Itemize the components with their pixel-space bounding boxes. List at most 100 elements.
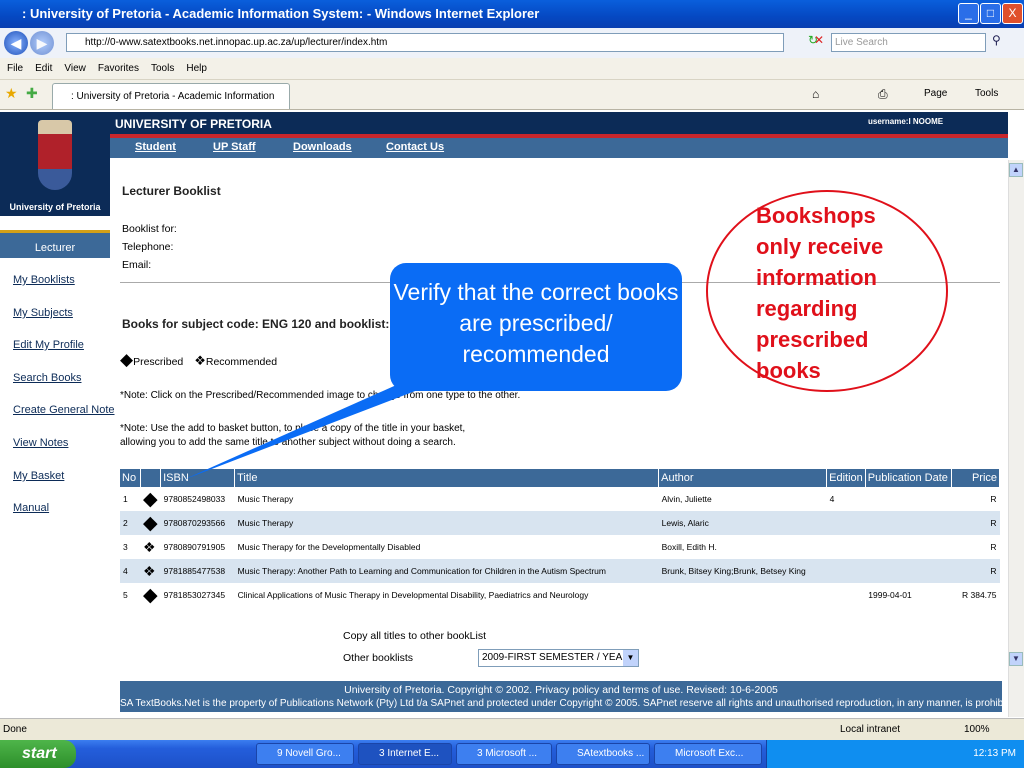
sidebar-search-books[interactable]: Search Books (13, 372, 81, 384)
row-no: 4 (120, 559, 140, 583)
row-title: Music Therapy (237, 494, 294, 504)
forward-icon[interactable]: ▶ (30, 31, 54, 55)
prescribed-icon[interactable]: ◆ (140, 487, 161, 511)
other-booklists-select[interactable]: 2009-FIRST SEMESTER / YEAR ▼ (478, 649, 639, 667)
row-title: Music Therapy for the Developmentally Di… (237, 542, 421, 552)
sidebar-manual[interactable]: Manual (13, 502, 49, 514)
red-annotation: Bookshops only receive information regardin… (756, 200, 883, 386)
row-edition (827, 535, 866, 559)
scroll-down-icon[interactable]: ▼ (1009, 652, 1023, 666)
red-note-line: only receive (756, 234, 884, 259)
status-text: Done (3, 724, 27, 735)
nav-contact-us[interactable]: Contact Us (386, 141, 444, 153)
menu-view[interactable]: View (64, 63, 86, 74)
stop-icon[interactable]: ✕ (814, 33, 824, 47)
page-title: Lecturer Booklist (122, 184, 221, 198)
task-internet-explorer[interactable]: 3 Internet E... (358, 743, 452, 765)
row-no: 2 (120, 511, 140, 535)
task-satextbooks[interactable]: SAtextbooks ... (556, 743, 650, 765)
col-no: No (120, 469, 141, 487)
other-booklists-label: Other booklists (343, 652, 414, 664)
site-title: UNIVERSITY OF PRETORIA (115, 117, 272, 131)
footer-line2: SA TextBooks.Net is the property of Publ… (120, 698, 1023, 709)
vertical-scrollbar[interactable] (1008, 160, 1024, 717)
row-author: Boxill, Edith H. (661, 542, 717, 552)
row-title: Music Therapy: Another Path to Learning … (234, 559, 659, 583)
row-isbn: 9781853027345 (163, 590, 226, 600)
row-date (865, 487, 951, 511)
menu-tools[interactable]: Tools (151, 63, 174, 74)
red-note-line: Bookshops (756, 203, 876, 228)
home-icon[interactable]: ⌂ (812, 87, 819, 101)
start-button[interactable]: start (0, 740, 76, 768)
recommended-icon: ❖ (194, 353, 206, 368)
task-excel[interactable]: Microsoft Exc... (654, 743, 762, 765)
task-microsoft[interactable]: 3 Microsoft ... (456, 743, 552, 765)
legend-prescribed: Prescribed (133, 356, 184, 368)
task-novell[interactable]: 9 Novell Gro... (256, 743, 354, 765)
sidebar-my-basket[interactable]: My Basket (13, 470, 64, 482)
nav-student[interactable]: Student (135, 141, 176, 153)
nav-downloads[interactable]: Downloads (293, 141, 352, 153)
scroll-up-icon[interactable]: ▲ (1009, 163, 1023, 177)
row-author: Lewis, Alaric (658, 511, 827, 535)
search-input[interactable]: Live Search (831, 33, 986, 52)
sidebar-edit-profile[interactable]: Edit My Profile (13, 339, 84, 351)
menu-bar: File Edit View Favorites Tools Help (0, 58, 1024, 80)
table-row: 4 ❖ 9781885477538 Music Therapy: Another Pa… (120, 559, 1000, 583)
copy-titles-link[interactable]: Copy all titles to other bookList (343, 630, 486, 642)
row-author (659, 583, 827, 607)
maximize-button[interactable]: □ (980, 3, 1001, 24)
col-author: Author (658, 469, 828, 487)
site-header: UNIVERSITY OF PRETORIA username:I NOOME (110, 112, 1008, 134)
menu-favorites[interactable]: Favorites (98, 63, 139, 74)
system-tray: 12:13 PM (766, 740, 1024, 768)
row-isbn: 9780890791905 (163, 542, 226, 552)
col-date: Publication Date (865, 469, 952, 487)
print-icon[interactable]: ⎙ (878, 87, 888, 102)
menu-file[interactable]: File (7, 63, 23, 74)
row-price: R (990, 494, 997, 504)
table-row: 2 ◆ 9780870293566 Music Therapy Lewis, Alari… (120, 511, 1000, 535)
clock: 12:13 PM (973, 748, 1016, 759)
prescribed-icon[interactable]: ◆ (140, 511, 161, 535)
row-edition (826, 511, 866, 535)
other-booklists-value: 2009-FIRST SEMESTER / YEAR (482, 652, 630, 663)
row-isbn: 9781885477538 (160, 559, 235, 583)
red-note-line: information (756, 265, 877, 290)
chevron-down-icon[interactable]: ▼ (623, 650, 638, 666)
window-title: : University of Pretoria - Academic Info… (0, 0, 1024, 28)
recommended-icon[interactable]: ❖ (140, 535, 161, 559)
note-toggle: *Note: Click on the Prescribed/Recommend… (120, 390, 521, 401)
address-input[interactable]: http://0-www.satextbooks.net.innopac.up.… (66, 33, 784, 52)
zoom-level[interactable]: 100% (964, 719, 990, 741)
menu-edit[interactable]: Edit (35, 63, 52, 74)
tab-active[interactable]: : University of Pretoria - Academic Info… (52, 83, 290, 128)
row-no: 1 (123, 494, 128, 504)
prescribed-icon[interactable]: ◆ (140, 583, 161, 607)
col-price: Price (951, 469, 1001, 487)
row-date: 1999-04-01 (868, 590, 912, 600)
favorites-star-icon[interactable]: ★ (5, 85, 18, 102)
col-isbn: ISBN (160, 469, 236, 487)
nav-up-staff[interactable]: UP Staff (213, 141, 256, 153)
subject-heading: Books for subject code: ENG 120 and book… (122, 317, 400, 331)
sidebar-my-subjects[interactable]: My Subjects (13, 307, 73, 319)
sidebar-create-note[interactable]: Create General Note (13, 404, 115, 416)
telephone-label: Telephone: (122, 241, 174, 253)
add-favorite-icon[interactable]: ✚ (26, 85, 38, 102)
recommended-icon[interactable]: ❖ (140, 559, 161, 583)
back-icon[interactable]: ◀ (4, 31, 28, 55)
tools-menu[interactable]: Tools (975, 88, 998, 99)
university-crest-icon (38, 120, 72, 190)
minimize-button[interactable]: _ (958, 3, 979, 24)
email-label: Email: (122, 259, 152, 271)
page-menu[interactable]: Page (924, 88, 947, 99)
row-price: R (951, 559, 1000, 583)
sidebar-my-booklists[interactable]: My Booklists (13, 274, 75, 286)
role-label: Lecturer (0, 230, 110, 258)
close-button[interactable]: X (1002, 3, 1023, 24)
search-icon[interactable]: ⚲ (992, 33, 1001, 47)
menu-help[interactable]: Help (186, 63, 207, 74)
sidebar-view-notes[interactable]: View Notes (13, 437, 68, 449)
